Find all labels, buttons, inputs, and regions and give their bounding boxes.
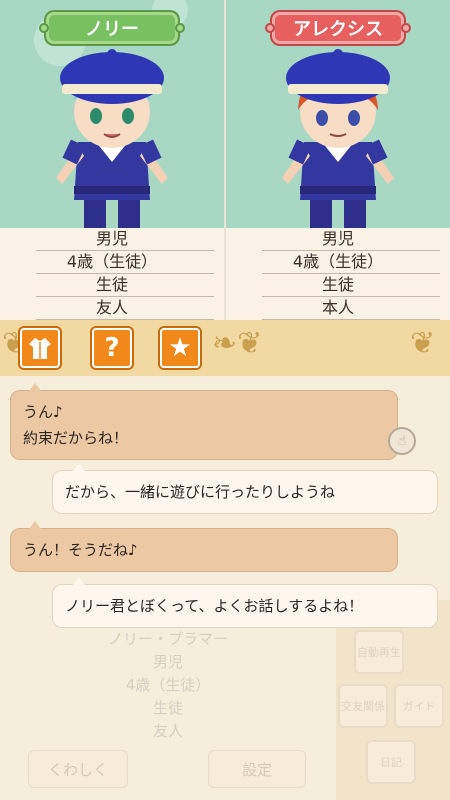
scroll-ornament-icon: ❦ (410, 326, 436, 361)
tag-ornament (39, 23, 49, 33)
setting-button[interactable]: 設定 (208, 750, 306, 788)
character-name-tag: アレクシス (265, 12, 411, 44)
info-age: 4歳（生徒） (0, 251, 224, 274)
info-relation: 本人 (226, 297, 450, 320)
side-menu-autoplay[interactable]: 自動再生 (354, 630, 404, 674)
info-role: 生徒 (0, 274, 224, 297)
shirt-icon[interactable] (20, 328, 60, 368)
character-compare: ノリー 男児 4歳（生徒） 生徒 友人 アレクシス 男児 4歳（生徒） 生徒 本… (0, 0, 450, 320)
character-name: アレクシス (293, 19, 383, 40)
chat-line: うん♪ (23, 403, 63, 421)
character-panel-left[interactable]: ノリー 男児 4歳（生徒） 生徒 友人 (0, 0, 224, 320)
side-menu-guide[interactable]: ガイド (394, 684, 444, 728)
character-info-right: 男児 4歳（生徒） 生徒 本人 (226, 228, 450, 320)
info-gender: 男児 (0, 228, 224, 251)
question-icon[interactable]: ? (92, 328, 132, 368)
character-portrait-left: ノリー (0, 0, 224, 228)
tap-hand-icon[interactable]: ☝ (388, 427, 416, 455)
chat-bubble-theirs: だから、一緒に遊びに行ったりしようね (52, 463, 438, 514)
detail-button[interactable]: くわしく (28, 750, 128, 788)
profile-info: 友人 (152, 722, 183, 740)
character-name: ノリー (85, 19, 139, 40)
star-icon[interactable]: ★ (160, 328, 200, 368)
chat-line: 約束だからね！ (23, 429, 129, 447)
profile-info: 男児 (152, 653, 183, 671)
tag-ornament (265, 23, 275, 33)
character-name-tag: ノリー (39, 12, 185, 44)
side-menu-relations[interactable]: 交友関係 (338, 684, 388, 728)
side-menu: 自動再生 交友関係 ガイド 日記 (336, 600, 450, 800)
chat-line: うん！そうだね♪ (23, 541, 138, 559)
character-info-left: 男児 4歳（生徒） 生徒 友人 (0, 228, 224, 320)
side-menu-diary[interactable]: 日記 (366, 740, 416, 784)
profile-info: 生徒 (152, 699, 183, 717)
chat-bubble-theirs: ノリー君とぼくって、よくお話しするよね！ (52, 577, 438, 628)
info-role: 生徒 (226, 274, 450, 297)
scroll-ornament-icon: ❧❦ (212, 326, 263, 361)
chat-line: だから、一緒に遊びに行ったりしようね (65, 483, 336, 501)
tag-ornament (175, 23, 185, 33)
character-panel-right[interactable]: アレクシス 男児 4歳（生徒） 生徒 本人 (226, 0, 450, 320)
chat-bubble-mine: うん♪ 約束だからね！ (10, 383, 398, 460)
profile-info: 4歳（生徒） (125, 676, 211, 694)
character-portrait-right: アレクシス (226, 0, 450, 228)
info-age: 4歳（生徒） (226, 251, 450, 274)
info-relation: 友人 (0, 297, 224, 320)
profile-name: ノリー・プラマー (107, 630, 228, 648)
chat-line: ノリー君とぼくって、よくお話しするよね！ (65, 597, 364, 615)
chat-bubble-mine: うん！そうだね♪ (10, 521, 398, 572)
info-gender: 男児 (226, 228, 450, 251)
action-toolbar: ❦ ? ★ ❧❦ ❦ (0, 320, 450, 376)
tag-ornament (401, 23, 411, 33)
